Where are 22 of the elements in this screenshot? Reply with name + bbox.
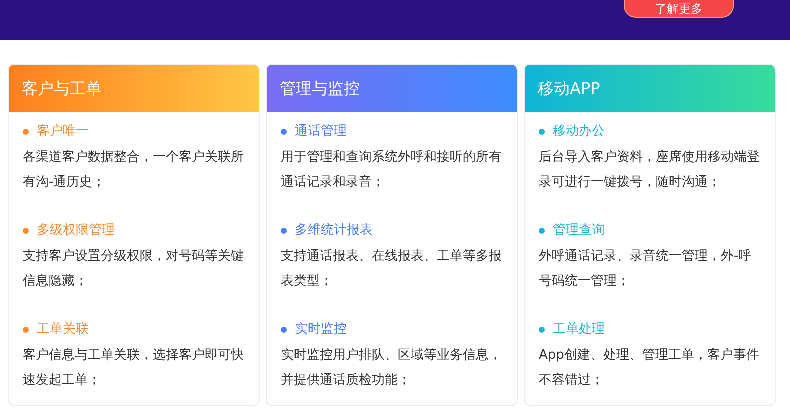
learn-more-button[interactable]: 了解更多 [624, 0, 734, 18]
feature-description: 各渠道客户数据整合，一个客户关联所有沟-通历史； [23, 149, 245, 192]
feature-title: 工单关联 [37, 321, 89, 340]
feature-description: 后台导入客户资料，座席使用移动端登录可进行一键拨号，随时沟通； [539, 149, 761, 192]
feature-title: 多维统计报表 [295, 222, 373, 240]
feature-title: 多级权限管理 [37, 222, 115, 240]
card-title: 客户与工单 [22, 78, 102, 100]
card-title: 移动APP [538, 78, 600, 100]
feature-description: 外呼通话记录、录音统一管理，外-呼号码统一管理； [539, 248, 753, 291]
feature-title: 客户唯一 [37, 123, 89, 142]
card-title: 管理与监控 [280, 78, 360, 100]
feature-description: 支持客户设置分级权限，对号码等关键信息隐藏； [23, 248, 245, 291]
feature-title: 工单处理 [553, 321, 605, 340]
feature-title: 实时监控 [295, 321, 347, 340]
feature-title: 管理查询 [553, 222, 605, 240]
feature-description: 用于管理和查询系统外呼和接听的所有通话记录和录音； [281, 149, 503, 192]
feature-title: 移动办公 [553, 123, 605, 142]
feature-description: 客户信息与工单关联，选择客户即可快速发起工单； [23, 347, 245, 390]
feature-description: App创建、处理、管理工单，客户事件不容错过； [539, 347, 760, 390]
feature-description: 支持通话报表、在线报表、工单等多报表类型； [281, 248, 503, 291]
feature-title: 通话管理 [295, 123, 347, 142]
feature-description: 实时监控用户排队、区域等业务信息，并提供通话质检功能； [281, 347, 503, 390]
